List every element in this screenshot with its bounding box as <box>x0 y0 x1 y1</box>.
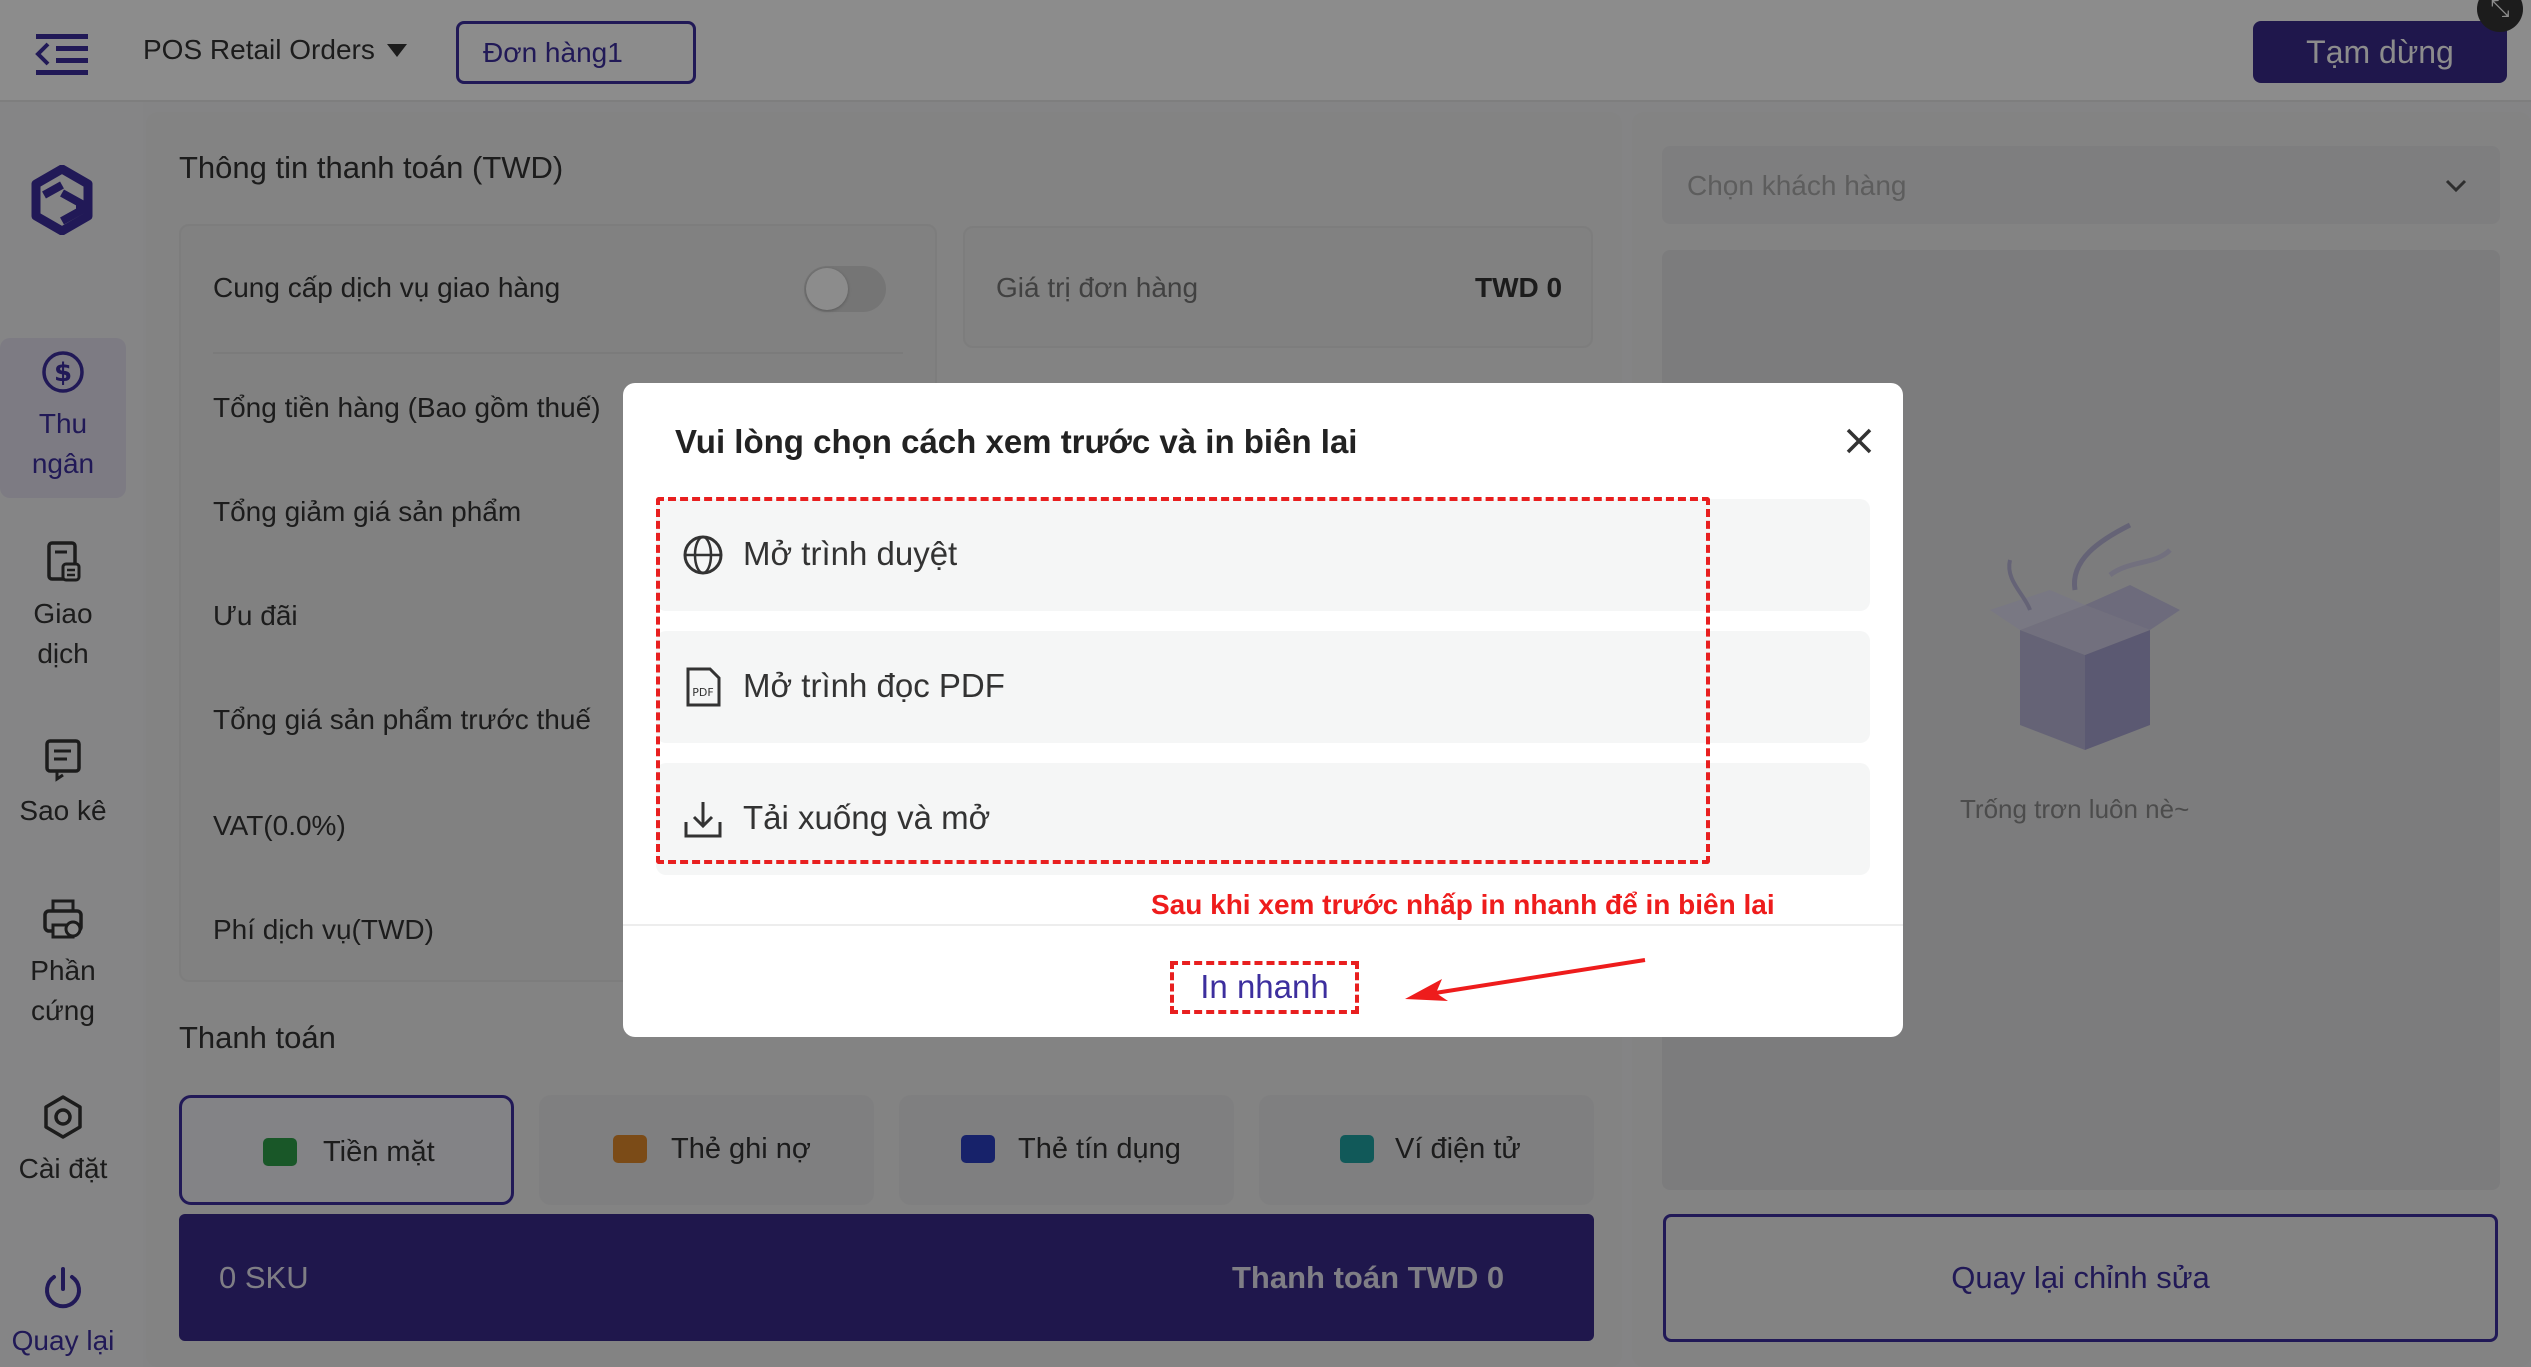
annotation-text: Sau khi xem trước nhấp in nhanh để in bi… <box>1151 889 1775 920</box>
annotation-highlight-box <box>656 497 1710 864</box>
modal-title: Vui lòng chọn cách xem trước và in biên … <box>675 423 1358 460</box>
close-icon[interactable] <box>1842 424 1876 458</box>
divider <box>623 924 1903 926</box>
annotation-arrow-icon <box>1405 958 1646 1001</box>
quick-print-button[interactable]: In nhanh <box>1170 961 1359 1014</box>
